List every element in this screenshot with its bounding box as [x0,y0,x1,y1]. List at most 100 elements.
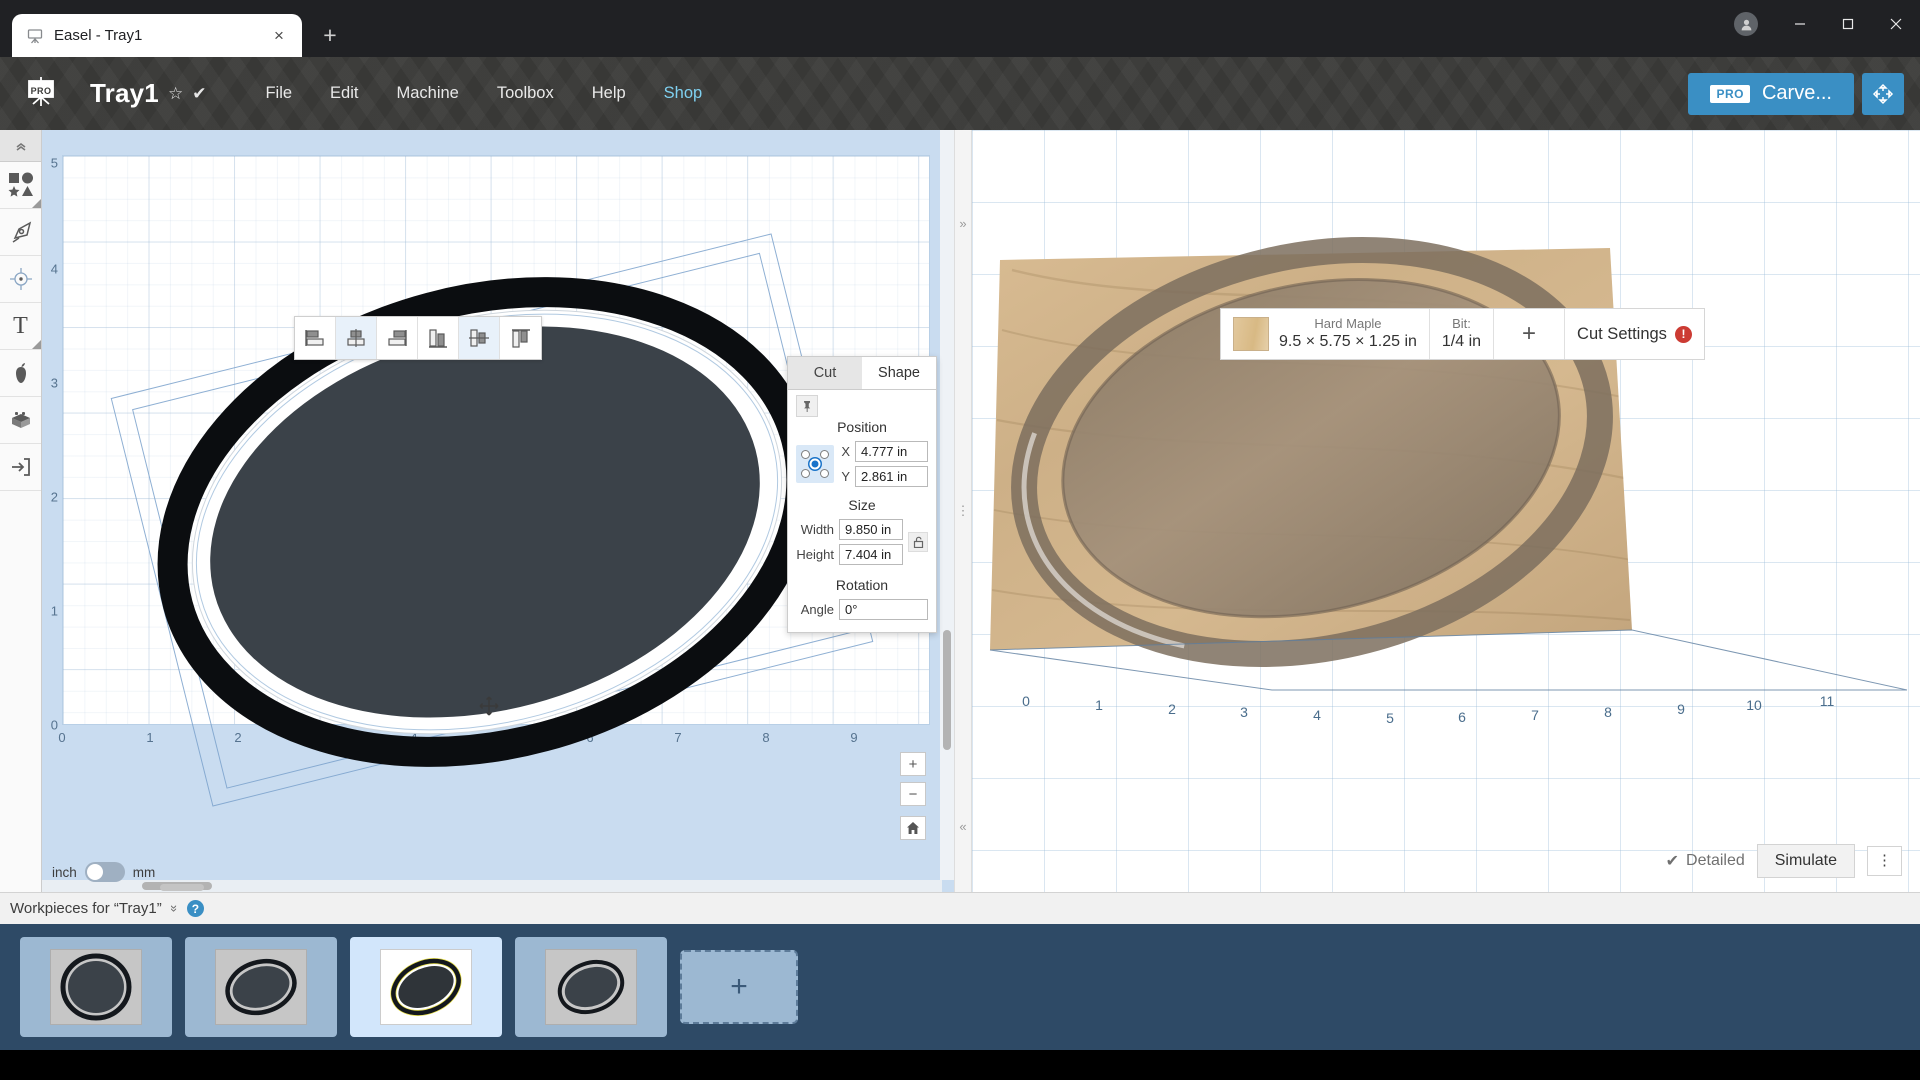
text-tool-button[interactable]: T [0,303,41,350]
simulate-button[interactable]: Simulate [1756,844,1855,878]
workpieces-chevron-icon[interactable]: » [167,905,182,912]
ruler-h-tick: 2 [234,730,242,745]
position-fields: X 4.777 in Y 2.861 in [840,441,928,487]
align-top-button[interactable] [418,317,459,359]
profile-avatar[interactable] [1734,12,1758,36]
window-maximize-button[interactable] [1824,0,1872,48]
angle-label: Angle [800,602,834,617]
x-label: X [841,444,850,459]
carve-button[interactable]: PRO Carve... [1688,72,1854,115]
canvas-vertical-scrollbar[interactable] [940,130,954,880]
new-tab-button[interactable]: + [311,16,349,54]
import-tool-button[interactable] [0,444,41,491]
anchor-top-left[interactable] [801,450,810,459]
align-tool-button[interactable] [0,256,41,303]
splitter-expand-icon[interactable]: » [959,216,966,231]
preview-more-menu-button[interactable]: ⋮ [1867,846,1902,876]
text-icon: T [13,312,28,339]
menu-item-shop[interactable]: Shop [645,74,722,113]
menu-item-file[interactable]: File [246,74,311,113]
anchor-bottom-left[interactable] [801,469,810,478]
align-center-vertical-button[interactable] [459,317,500,359]
workpiece-card-3[interactable] [350,937,502,1037]
tab-close-icon[interactable]: × [268,25,290,47]
y-input[interactable]: 2.861 in [855,466,928,487]
align-center-horizontal-button[interactable] [336,317,377,359]
window-minimize-button[interactable] [1776,0,1824,48]
detailed-toggle[interactable]: ✔ Detailed [1666,851,1745,871]
work-area: T 0 1 2 3 4 5 0 1 2 3 4 5 6 7 8 9 + − in… [0,130,1920,892]
zoom-out-button[interactable]: − [900,782,926,806]
material-cell[interactable]: Hard Maple 9.5 × 5.75 × 1.25 in [1221,309,1430,359]
tray-resize-grip[interactable] [160,884,204,891]
bit-label: Bit: [1452,315,1471,331]
anchor-bottom-right[interactable] [820,469,829,478]
height-input[interactable]: 7.404 in [839,544,903,565]
preview-3d[interactable]: 7 [972,130,1920,892]
easel-logo-icon[interactable]: PRO [18,71,64,117]
anchor-top-right[interactable] [820,450,829,459]
workpiece-card-2[interactable] [185,937,337,1037]
workpiece-thumbnail [545,949,637,1025]
add-workpiece-button[interactable]: + [680,950,798,1024]
tab-cut[interactable]: Cut [788,357,862,389]
apps-tool-button[interactable] [0,350,41,397]
size-rows: Width 9.850 in Height 7.404 in [796,519,928,565]
document-title-group: Tray1 ☆ ✔ [90,78,206,109]
zoom-home-button[interactable] [900,816,926,840]
bit-cell[interactable]: Bit: 1/4 in [1430,309,1495,359]
x-input[interactable]: 4.777 in [855,441,928,462]
menu-item-toolbox[interactable]: Toolbox [478,74,573,113]
browser-tab[interactable]: Easel - Tray1 × [12,14,302,57]
menu-item-machine[interactable]: Machine [377,74,477,113]
align-right-button[interactable] [377,317,418,359]
aspect-lock-button[interactable] [908,532,928,552]
material-swatch [1233,317,1269,351]
zoom-in-button[interactable]: + [900,752,926,776]
ruler-v-tick: 1 [50,603,58,619]
unit-switch[interactable] [84,862,125,882]
pen-tool-button[interactable] [0,209,41,256]
height-field-line: Height 7.404 in [796,544,903,565]
document-title[interactable]: Tray1 [90,78,159,109]
favorite-star-icon[interactable]: ☆ [168,84,183,104]
rail-collapse-button[interactable] [0,130,41,162]
move-machine-button[interactable] [1862,72,1904,115]
help-icon[interactable]: ? [186,900,204,917]
svg-text:3: 3 [1240,704,1248,720]
position-anchor-selector[interactable] [796,445,834,483]
workpiece-card-4[interactable] [515,937,667,1037]
panel-splitter[interactable]: » ⋮ « [954,130,972,892]
ruler-v-tick: 4 [50,261,58,277]
cut-settings-cell[interactable]: Cut Settings ! [1565,309,1704,359]
align-bottom-button[interactable] [500,317,541,359]
addons-tool-button[interactable] [0,397,41,444]
workpiece-card-1[interactable] [20,937,172,1037]
menu-item-edit[interactable]: Edit [311,74,377,113]
menu-item-help[interactable]: Help [573,74,645,113]
unit-switch-knob [86,864,103,880]
window-close-button[interactable] [1872,0,1920,48]
position-section-title: Position [837,419,887,435]
ruler-v-tick: 3 [50,375,58,391]
shapes-tool-button[interactable] [0,162,41,209]
unit-toggle-group[interactable]: inch mm [52,862,155,882]
svg-text:1: 1 [1095,697,1103,713]
splitter-collapse-icon[interactable]: « [959,819,966,834]
add-bit-cell[interactable]: + [1494,309,1566,359]
tab-shape[interactable]: Shape [862,357,936,389]
svg-text:5: 5 [1386,710,1394,726]
add-bit-button[interactable]: + [1506,320,1552,348]
angle-input[interactable]: 0° [839,599,928,620]
anchor-center-selected[interactable] [809,458,821,470]
ruler-h-tick: 1 [146,730,154,745]
scrollbar-thumb[interactable] [943,630,951,750]
align-left-button[interactable] [295,317,336,359]
properties-panel: Cut Shape Position X 4.777 in Y 2.861 in… [787,356,937,633]
svg-text:11: 11 [1820,693,1835,709]
cut-settings-alert-icon: ! [1674,325,1692,343]
pin-panel-button[interactable] [796,395,818,417]
material-name: Hard Maple [1314,315,1382,331]
width-input[interactable]: 9.850 in [839,519,903,540]
bit-value: 1/4 in [1441,333,1482,351]
